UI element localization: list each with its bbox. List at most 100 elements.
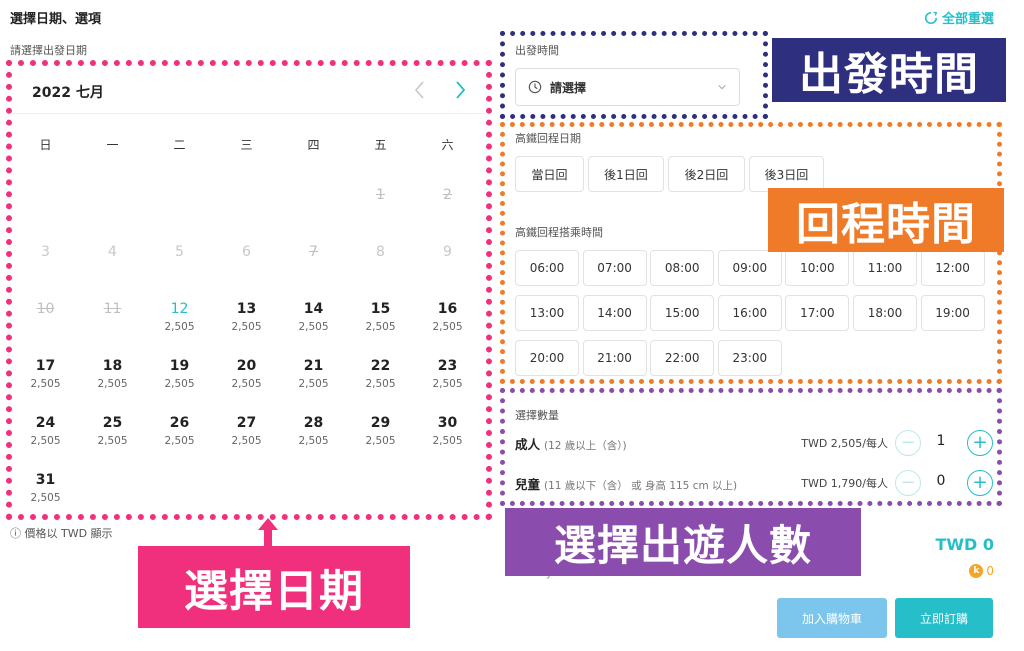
calendar-day[interactable]: 17 2,505: [12, 357, 79, 407]
day-price: 2,505: [298, 435, 329, 447]
return-time-option[interactable]: 14:00: [582, 295, 647, 331]
return-time-option[interactable]: 13:00: [515, 295, 579, 331]
calendar-day[interactable]: 20 2,505: [213, 357, 280, 407]
minus-icon: −: [900, 432, 916, 453]
annotation-quantity-label: 選擇出遊人數: [505, 508, 861, 576]
calendar-day[interactable]: 26 2,505: [146, 414, 213, 464]
next-month-button[interactable]: [448, 78, 472, 102]
quantity-row: 成人 (12 歲以上（含）) TWD 2,505/每人 − 1 +: [515, 430, 995, 456]
day-number: 30: [437, 415, 458, 431]
calendar-day[interactable]: 15 2,505: [347, 300, 414, 350]
return-date-label: 高鐵回程日期: [515, 132, 581, 145]
day-number: 29: [370, 415, 391, 431]
calendar-day: 9: [414, 243, 481, 293]
page-title: 選擇日期、選項: [10, 12, 102, 27]
day-number: 10: [36, 301, 55, 317]
decrease-quantity-button[interactable]: −: [895, 470, 921, 496]
day-price: 2,505: [432, 378, 463, 390]
day-number: 17: [35, 358, 56, 374]
calendar-day[interactable]: 19 2,505: [146, 357, 213, 407]
return-date-option[interactable]: 後1日回: [588, 156, 664, 192]
minus-icon: −: [900, 472, 916, 493]
day-number: 27: [236, 415, 257, 431]
return-time-option[interactable]: 17:00: [785, 295, 850, 331]
day-price: 2,505: [231, 321, 262, 333]
return-time-option[interactable]: 15:00: [650, 295, 715, 331]
points-amount: 0: [986, 564, 994, 578]
return-time-option[interactable]: 19:00: [920, 295, 985, 331]
annotation-departure-label: 出發時間: [772, 38, 1006, 102]
return-time-option[interactable]: 10:00: [785, 250, 850, 286]
calendar-day[interactable]: 22 2,505: [347, 357, 414, 407]
date-section-label: 請選擇出發日期: [10, 44, 87, 57]
weekday-header: 二: [173, 138, 186, 152]
day-price: 2,505: [231, 378, 262, 390]
calendar-day: 8: [347, 243, 414, 293]
increase-quantity-button[interactable]: +: [967, 470, 993, 496]
departure-time-select[interactable]: 請選擇: [515, 68, 740, 106]
calendar-day[interactable]: 24 2,505: [12, 414, 79, 464]
calendar-day[interactable]: 16 2,505: [414, 300, 481, 350]
return-time-option[interactable]: 08:00: [650, 250, 715, 286]
calendar-day[interactable]: 29 2,505: [347, 414, 414, 464]
quantity-value: 0: [936, 473, 946, 489]
day-number: 6: [242, 244, 251, 260]
price-note: ⓘ 價格以 TWD 顯示: [10, 527, 113, 540]
calendar-day[interactable]: 28 2,505: [280, 414, 347, 464]
calendar-day[interactable]: 12 2,505: [146, 300, 213, 350]
day-price: 2,505: [365, 435, 396, 447]
return-time-option[interactable]: 20:00: [515, 340, 579, 376]
increase-quantity-button[interactable]: +: [967, 430, 993, 456]
return-time-option[interactable]: 21:00: [582, 340, 647, 376]
return-time-option[interactable]: 06:00: [515, 250, 579, 286]
calendar-day[interactable]: 13 2,505: [213, 300, 280, 350]
prev-month-button[interactable]: [408, 78, 432, 102]
calendar-day[interactable]: 21 2,505: [280, 357, 347, 407]
reset-all-button[interactable]: 全部重選: [924, 8, 994, 27]
calendar-day: 3: [12, 243, 79, 293]
calendar-day[interactable]: 23 2,505: [414, 357, 481, 407]
return-time-option[interactable]: 12:00: [920, 250, 985, 286]
chevron-left-icon: [414, 81, 424, 99]
return-time-option[interactable]: 23:00: [717, 340, 782, 376]
ticket-name: 成人: [515, 437, 541, 452]
return-time-option[interactable]: 07:00: [582, 250, 647, 286]
return-time-option[interactable]: 18:00: [853, 295, 917, 331]
day-price: 2,505: [365, 321, 396, 333]
calendar-day[interactable]: 30 2,505: [414, 414, 481, 464]
return-date-option[interactable]: 後2日回: [668, 156, 745, 192]
book-now-button[interactable]: 立即訂購: [895, 598, 993, 638]
day-price: 2,505: [164, 321, 195, 333]
day-number: 25: [102, 415, 123, 431]
departure-time-label: 出發時間: [515, 44, 559, 57]
day-number: 7: [309, 244, 318, 260]
departure-time-placeholder: 請選擇: [550, 80, 587, 95]
day-price: 2,505: [30, 435, 61, 447]
day-number: 8: [376, 244, 385, 260]
day-number: 18: [102, 358, 123, 374]
calendar-day: 4: [79, 243, 146, 293]
return-time-option[interactable]: 09:00: [717, 250, 782, 286]
calendar-day[interactable]: 31 2,505: [12, 471, 79, 521]
ticket-condition: (12 歲以上（含）): [544, 440, 627, 452]
calendar-day: 10: [12, 300, 79, 350]
ticket-price: TWD 1,790/每人: [801, 477, 888, 490]
return-time-option[interactable]: 11:00: [853, 250, 917, 286]
return-date-option[interactable]: 當日回: [515, 156, 584, 192]
return-time-option[interactable]: 22:00: [650, 340, 715, 376]
day-number: 20: [236, 358, 257, 374]
kkday-coin-icon: k: [969, 564, 984, 578]
calendar-day[interactable]: 27 2,505: [213, 414, 280, 464]
calendar-day[interactable]: 18 2,505: [79, 357, 146, 407]
points-value: k 0: [969, 564, 994, 578]
quantity-value: 1: [936, 433, 946, 449]
decrease-quantity-button[interactable]: −: [895, 430, 921, 456]
calendar-day: 2: [414, 186, 481, 236]
reset-all-label: 全部重選: [941, 12, 994, 27]
calendar-day[interactable]: 14 2,505: [280, 300, 347, 350]
add-to-cart-button[interactable]: 加入購物車: [777, 598, 887, 638]
day-price: 2,505: [97, 378, 128, 390]
return-date-option[interactable]: 後3日回: [749, 156, 824, 192]
return-time-option[interactable]: 16:00: [717, 295, 782, 331]
calendar-day[interactable]: 25 2,505: [79, 414, 146, 464]
